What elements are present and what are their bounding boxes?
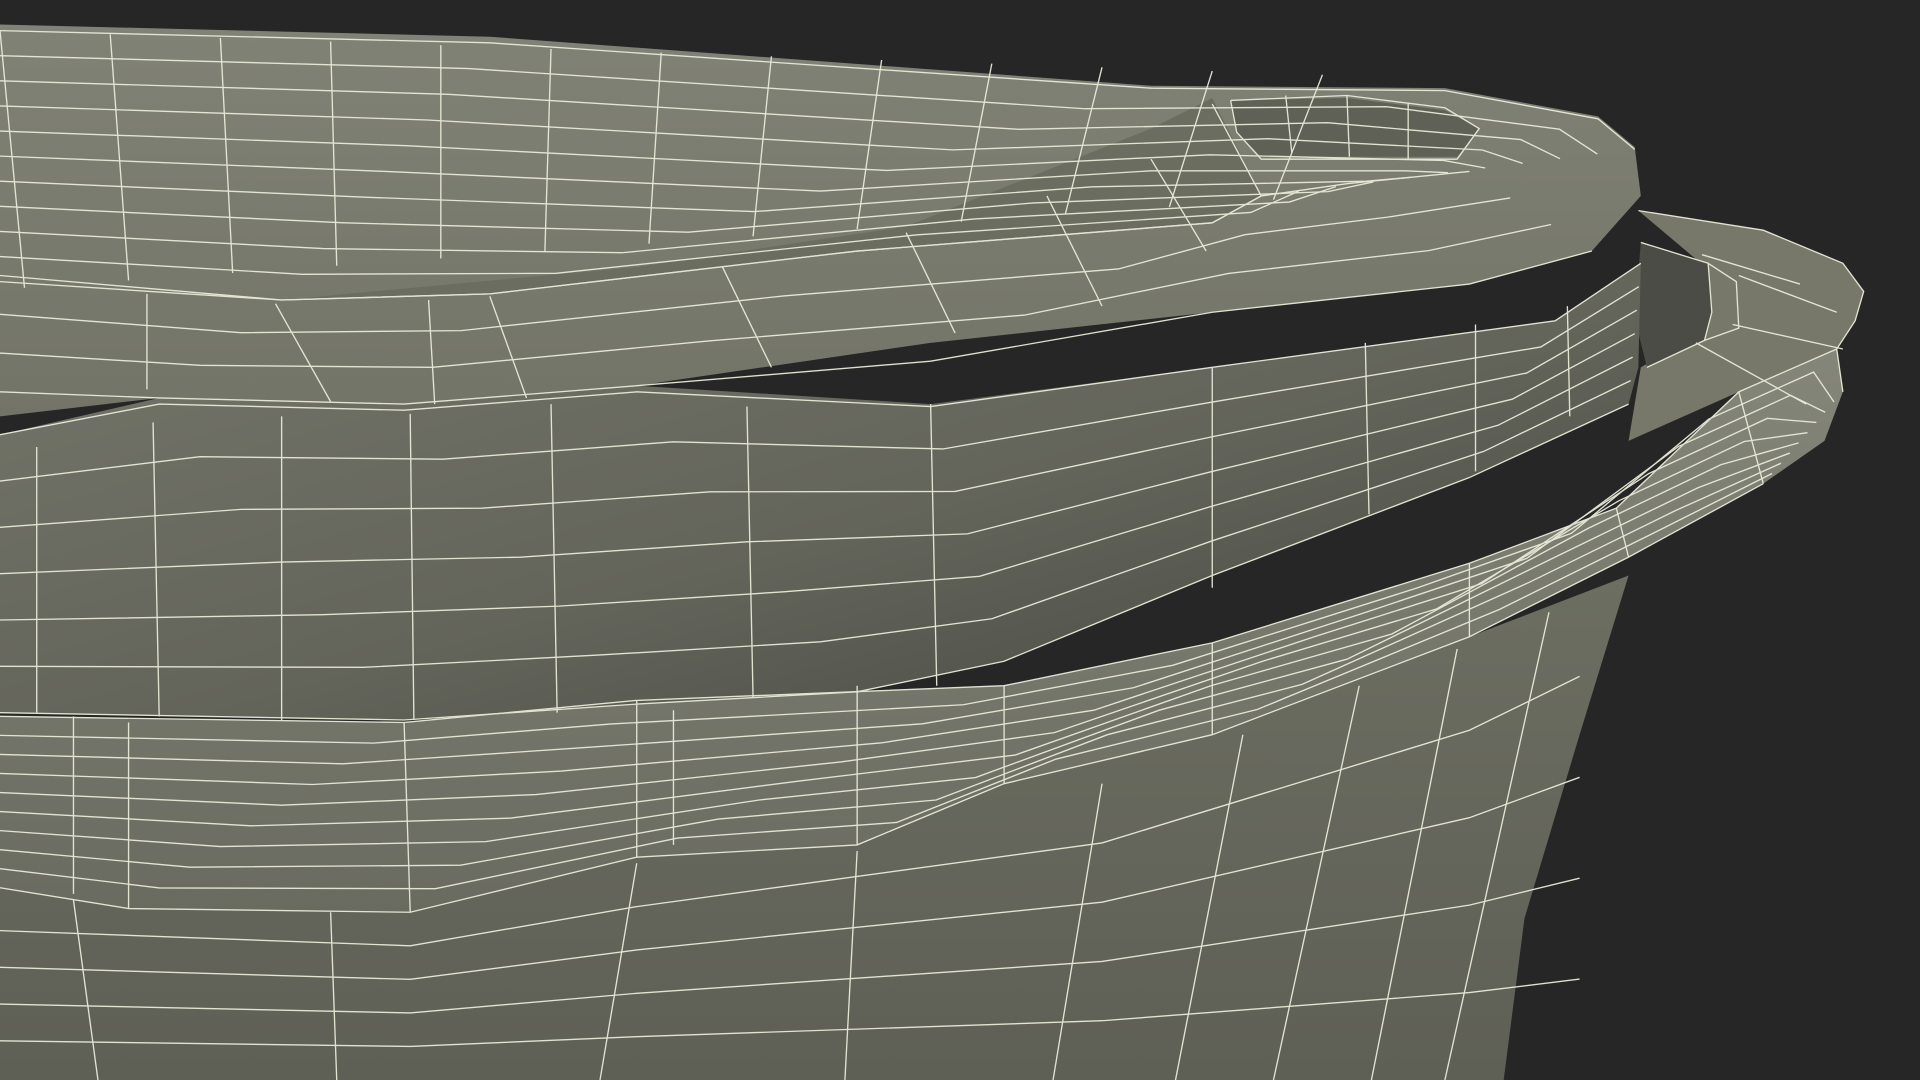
viewport[interactable] <box>0 0 1920 1080</box>
wireframe-render <box>0 24 1865 1080</box>
